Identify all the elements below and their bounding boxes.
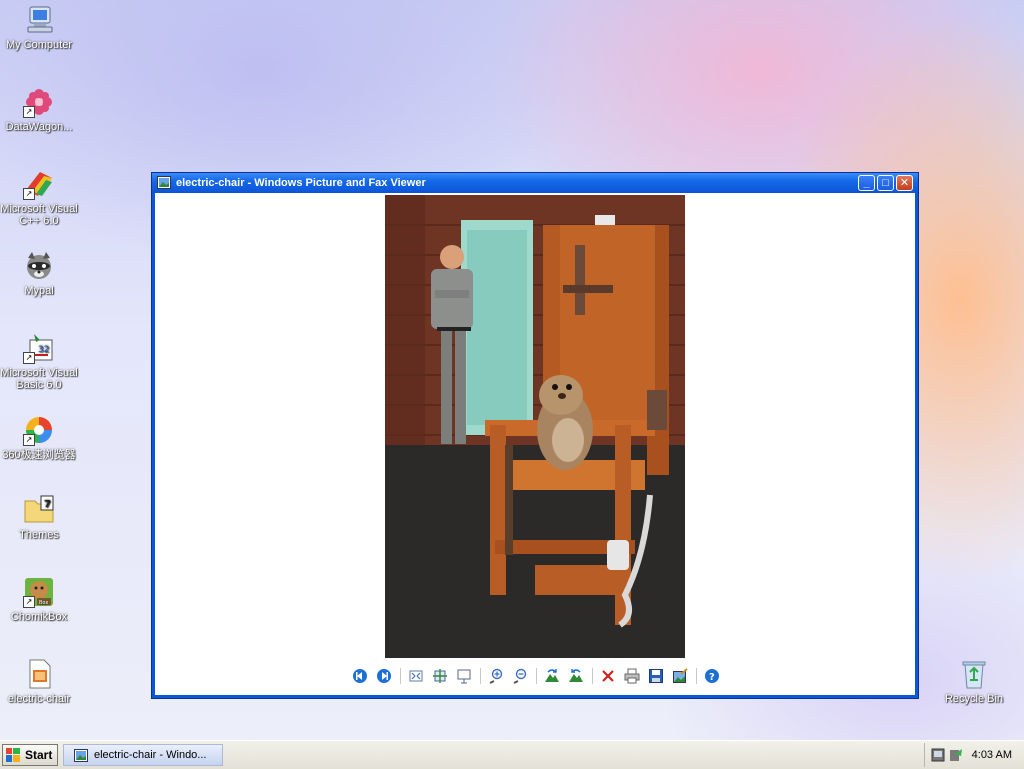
- save-icon: [649, 669, 663, 683]
- window-title: electric-chair - Windows Picture and Fax…: [176, 177, 426, 189]
- help-button[interactable]: ?: [703, 667, 721, 685]
- desktop-icon-label: Microsoft Visual C++ 6.0: [0, 203, 78, 227]
- desktop-icon-recycle-bin[interactable]: Recycle Bin: [935, 658, 1013, 705]
- svg-text:7: 7: [44, 499, 51, 510]
- svg-text:?: ?: [709, 672, 715, 683]
- raccoon-icon: [22, 250, 56, 282]
- desktop-icon-label: electric-chair: [7, 693, 71, 705]
- viewer-toolbar: ?: [351, 665, 721, 687]
- open-editor-icon: [673, 668, 688, 683]
- best-fit-button[interactable]: [407, 667, 425, 685]
- browser-360-icon: ↗: [22, 414, 56, 446]
- desktop-icon-label: ChomikBox: [10, 611, 68, 623]
- displayed-photo: [385, 195, 685, 658]
- chomikbox-icon: Box ↗: [22, 576, 56, 608]
- network-icon[interactable]: [931, 748, 945, 762]
- open-editor-button[interactable]: [671, 667, 689, 685]
- flower-icon: ↗: [22, 86, 56, 118]
- maximize-button[interactable]: □: [877, 175, 894, 191]
- taskbar-button-label: electric-chair - Windo...: [94, 749, 207, 761]
- svg-text:Box: Box: [39, 600, 48, 606]
- desktop-icon-electric-chair[interactable]: electric-chair: [0, 658, 78, 705]
- windows-flag-icon: [6, 748, 20, 762]
- desktop-icon-my-computer[interactable]: My Computer: [0, 4, 78, 51]
- zoom-in-button[interactable]: [487, 667, 505, 685]
- desktop-icon-label: Mypal: [24, 285, 54, 297]
- zoom-in-icon: [489, 668, 503, 684]
- shortcut-arrow-icon: ↗: [23, 188, 35, 200]
- actual-size-icon: [433, 669, 447, 683]
- maximize-icon: □: [882, 177, 889, 189]
- desktop-icon-label: DataWagon...: [5, 121, 73, 133]
- slideshow-button[interactable]: [455, 667, 473, 685]
- taskbar-button-electric-chair[interactable]: electric-chair - Windo...: [63, 744, 223, 766]
- actual-size-button[interactable]: [431, 667, 449, 685]
- rotate-clockwise-button[interactable]: [543, 667, 561, 685]
- tray-app-icon[interactable]: [949, 748, 963, 762]
- taskbar: Start electric-chair - Windo... 4:03 AM: [0, 740, 1024, 769]
- desktop-icon-label: 360极速浏览器: [2, 449, 76, 461]
- desktop: My Computer ↗ DataWagon... ↗ Microsoft V…: [0, 0, 1024, 740]
- picture-viewer-app-icon: [157, 176, 171, 189]
- print-icon: [624, 668, 640, 684]
- delete-icon: [602, 670, 614, 682]
- clock: 4:03 AM: [971, 749, 1012, 761]
- desktop-icon-datawagon[interactable]: ↗ DataWagon...: [0, 86, 78, 133]
- toolbar-separator: [480, 668, 481, 684]
- svg-text:32: 32: [38, 345, 49, 355]
- toolbar-separator: [696, 668, 697, 684]
- visual-cpp-icon: ↗: [22, 168, 56, 200]
- slideshow-icon: [457, 669, 471, 684]
- shortcut-arrow-icon: ↗: [23, 434, 35, 446]
- start-label: Start: [25, 748, 53, 762]
- save-button[interactable]: [647, 667, 665, 685]
- desktop-icon-chomikbox[interactable]: Box ↗ ChomikBox: [0, 576, 78, 623]
- help-icon: ?: [705, 669, 719, 683]
- picture-viewer-window: electric-chair - Windows Picture and Fax…: [151, 172, 919, 699]
- next-image-button[interactable]: [375, 667, 393, 685]
- viewer-client-area: ?: [155, 193, 915, 695]
- toolbar-separator: [536, 668, 537, 684]
- rotate-counterclockwise-icon: [569, 669, 583, 682]
- previous-image-button[interactable]: [351, 667, 369, 685]
- best-fit-icon: [409, 670, 423, 682]
- rotate-counterclockwise-button[interactable]: [567, 667, 585, 685]
- start-button[interactable]: Start: [2, 744, 58, 766]
- image-file-icon: [22, 658, 56, 690]
- print-button[interactable]: [623, 667, 641, 685]
- desktop-icon-visual-cpp[interactable]: ↗ Microsoft Visual C++ 6.0: [0, 168, 78, 227]
- computer-icon: [22, 4, 56, 36]
- desktop-icon-label: Themes: [19, 529, 59, 541]
- folder-icon: 7: [22, 494, 56, 526]
- visual-basic-icon: 32 ↗: [22, 332, 56, 364]
- desktop-icon-label: Microsoft Visual Basic 6.0: [0, 367, 78, 391]
- minimize-button[interactable]: _: [858, 175, 875, 191]
- desktop-icon-mypal[interactable]: Mypal: [0, 250, 78, 297]
- shortcut-arrow-icon: ↗: [23, 596, 35, 608]
- zoom-out-button[interactable]: [511, 667, 529, 685]
- close-button[interactable]: ✕: [896, 175, 913, 191]
- desktop-icon-360-browser[interactable]: ↗ 360极速浏览器: [0, 414, 78, 461]
- rotate-clockwise-icon: [545, 669, 559, 682]
- close-icon: ✕: [899, 177, 910, 189]
- desktop-icon-label: My Computer: [5, 39, 73, 51]
- system-tray: 4:03 AM: [924, 743, 1024, 767]
- toolbar-separator: [400, 668, 401, 684]
- picture-viewer-app-icon: [74, 749, 88, 762]
- recycle-bin-icon: [957, 658, 991, 690]
- desktop-icon-label: Recycle Bin: [944, 693, 1004, 705]
- shortcut-arrow-icon: ↗: [23, 352, 35, 364]
- shortcut-arrow-icon: ↗: [23, 106, 35, 118]
- minimize-icon: _: [863, 177, 870, 189]
- desktop-icon-themes[interactable]: 7 Themes: [0, 494, 78, 541]
- title-bar[interactable]: electric-chair - Windows Picture and Fax…: [152, 173, 918, 193]
- toolbar-separator: [592, 668, 593, 684]
- next-image-icon: [377, 669, 391, 683]
- previous-image-icon: [353, 669, 367, 683]
- zoom-out-icon: [513, 668, 527, 684]
- delete-button[interactable]: [599, 667, 617, 685]
- desktop-icon-visual-basic[interactable]: 32 ↗ Microsoft Visual Basic 6.0: [0, 332, 78, 391]
